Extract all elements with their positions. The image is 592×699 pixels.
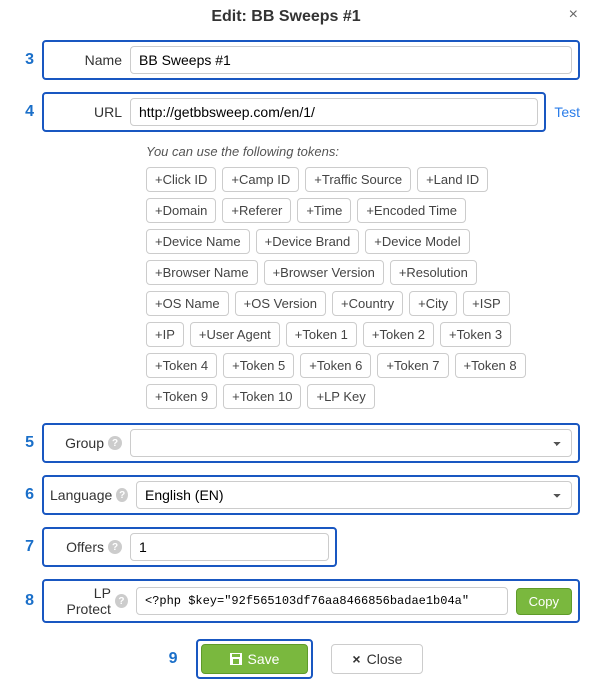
token-button[interactable]: +Domain [146, 198, 216, 223]
language-select[interactable]: English (EN) [136, 481, 572, 509]
copy-button[interactable]: Copy [516, 588, 572, 615]
token-button[interactable]: +Resolution [390, 260, 477, 285]
save-icon [230, 653, 242, 665]
language-label: Language ? [50, 487, 128, 503]
close-button[interactable]: × Close [331, 644, 423, 674]
help-icon[interactable]: ? [115, 594, 128, 608]
token-button[interactable]: +OS Version [235, 291, 326, 316]
name-label: Name [50, 52, 122, 68]
annotation-5: 5 [12, 434, 34, 452]
url-input[interactable] [130, 98, 538, 126]
help-icon[interactable]: ? [108, 540, 122, 554]
lp-protect-input[interactable] [136, 587, 508, 615]
token-button[interactable]: +Encoded Time [357, 198, 466, 223]
group-select[interactable] [130, 429, 572, 457]
lp-protect-label: LP Protect ? [50, 585, 128, 617]
token-button[interactable]: +Device Model [365, 229, 469, 254]
token-button[interactable]: +Token 10 [223, 384, 301, 409]
token-button[interactable]: +Token 9 [146, 384, 217, 409]
tokens-hint: You can use the following tokens: [146, 144, 580, 159]
close-icon[interactable]: × [569, 6, 578, 24]
token-button[interactable]: +Token 3 [440, 322, 511, 347]
token-button[interactable]: +City [409, 291, 457, 316]
token-button[interactable]: +Click ID [146, 167, 216, 192]
token-button[interactable]: +OS Name [146, 291, 229, 316]
annotation-4: 4 [12, 103, 34, 121]
annotation-9: 9 [169, 650, 178, 668]
token-button[interactable]: +Traffic Source [305, 167, 411, 192]
token-button[interactable]: +Device Name [146, 229, 250, 254]
help-icon[interactable]: ? [108, 436, 122, 450]
token-button[interactable]: +Device Brand [256, 229, 360, 254]
save-button-label: Save [248, 651, 280, 667]
token-button[interactable]: +Token 4 [146, 353, 217, 378]
name-input[interactable] [130, 46, 572, 74]
token-button[interactable]: +Referer [222, 198, 291, 223]
token-button[interactable]: +LP Key [307, 384, 374, 409]
annotation-8: 8 [12, 592, 34, 610]
annotation-6: 6 [12, 486, 34, 504]
offers-input[interactable] [130, 533, 329, 561]
tokens-container: +Click ID+Camp ID+Traffic Source+Land ID… [146, 167, 540, 409]
token-button[interactable]: +Token 5 [223, 353, 294, 378]
save-button[interactable]: Save [201, 644, 309, 674]
dialog-title: Edit: BB Sweeps #1 [12, 8, 580, 26]
token-button[interactable]: +Token 6 [300, 353, 371, 378]
token-button[interactable]: +ISP [463, 291, 510, 316]
close-x-icon: × [352, 651, 360, 667]
token-button[interactable]: +IP [146, 322, 184, 347]
help-icon[interactable]: ? [116, 488, 128, 502]
token-button[interactable]: +Land ID [417, 167, 488, 192]
group-label: Group ? [50, 435, 122, 451]
close-button-label: Close [367, 651, 403, 667]
token-button[interactable]: +Token 2 [363, 322, 434, 347]
token-button[interactable]: +Token 1 [286, 322, 357, 347]
offers-label: Offers ? [50, 539, 122, 555]
annotation-7: 7 [12, 538, 34, 556]
token-button[interactable]: +Token 8 [455, 353, 526, 378]
annotation-3: 3 [12, 51, 34, 69]
token-button[interactable]: +Camp ID [222, 167, 299, 192]
token-button[interactable]: +Country [332, 291, 403, 316]
url-label: URL [50, 104, 122, 120]
token-button[interactable]: +Browser Version [264, 260, 384, 285]
token-button[interactable]: +User Agent [190, 322, 280, 347]
token-button[interactable]: +Time [297, 198, 351, 223]
token-button[interactable]: +Token 7 [377, 353, 448, 378]
token-button[interactable]: +Browser Name [146, 260, 258, 285]
test-link[interactable]: Test [554, 104, 580, 120]
